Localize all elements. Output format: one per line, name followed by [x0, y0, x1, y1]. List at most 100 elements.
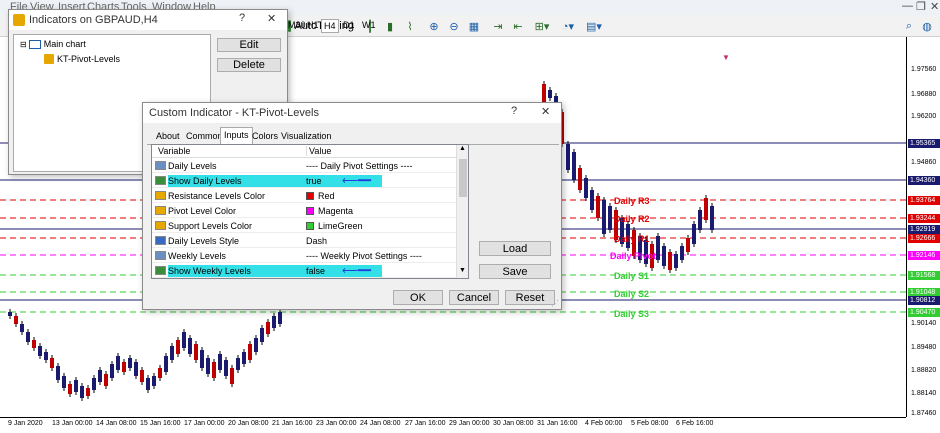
delete-button[interactable]: Delete [217, 58, 281, 72]
reset-button[interactable]: Reset [505, 290, 555, 305]
price-label: 1.88140 [911, 390, 937, 397]
ok-button-label: OK [410, 291, 426, 304]
input-value[interactable]: LimeGreen [306, 221, 363, 231]
periods-dropdown-icon[interactable]: ◔▾ [558, 17, 578, 35]
candle-body [590, 190, 594, 210]
candle-body [710, 206, 714, 230]
time-label: 9 Jan 2020 [8, 420, 43, 427]
candle-body [158, 368, 162, 378]
candlestick-icon[interactable]: ▮ [382, 17, 398, 35]
autoscroll-icon[interactable]: ⇤ [510, 17, 526, 35]
edit-button[interactable]: Edit [217, 38, 281, 52]
scroll-down-icon[interactable]: ▼ [459, 267, 466, 274]
tab-about[interactable]: About [153, 129, 183, 145]
time-scale: 9 Jan 2020 13 Jan 00:00 14 Jan 08:00 15 Jan… [0, 417, 906, 433]
tab-inputs[interactable]: Inputs [220, 127, 253, 145]
tree-item-main-chart[interactable]: ⊟ Main chart [20, 39, 86, 49]
tab-colors[interactable]: Colors [249, 129, 281, 145]
indicators-window-titlebar: Indicators on GBPAUD,H4 ? ✕ [9, 10, 287, 30]
templates-dropdown-icon[interactable]: ▤▾ [584, 17, 604, 35]
input-value-text: Dash [306, 236, 328, 246]
time-label: 6 Feb 16:00 [676, 420, 714, 427]
candle-body [692, 224, 696, 244]
minimize-icon[interactable]: — [902, 0, 913, 12]
price-scale: 1.97560 1.96880 1.96200 1.95365 1.94860 1.943… [906, 37, 940, 417]
input-row[interactable]: Show Daily Levels true ⟵━━ [152, 174, 457, 188]
input-value[interactable]: true [306, 176, 322, 186]
help-button[interactable]: ? [239, 12, 245, 24]
candle-body [62, 376, 66, 388]
color-type-icon [155, 191, 166, 200]
chat-icon[interactable]: ◍ [920, 17, 934, 35]
candle-body [26, 332, 30, 342]
timeframe-h1[interactable]: H1 [305, 19, 321, 33]
tree-item-kt-pivot-levels[interactable]: KT-Pivot-Levels [44, 54, 120, 64]
candle-body [134, 362, 138, 376]
input-row[interactable]: Support Levels Color LimeGreen [152, 219, 457, 233]
zoom-out-icon[interactable]: ⊖ [446, 17, 462, 35]
price-label: 1.97560 [911, 66, 937, 73]
help-button[interactable]: ? [511, 105, 517, 117]
indicators-dropdown-icon[interactable]: ⊞▾ [532, 17, 552, 35]
input-row[interactable]: Pivot Level Color Magenta [152, 204, 457, 218]
search-icon[interactable]: ⌕ [902, 17, 916, 35]
style-type-icon [155, 236, 166, 245]
chart-shift-icon[interactable]: ⇥ [490, 17, 506, 35]
custom-indicator-title: Custom Indicator - KT-Pivot-Levels [149, 107, 319, 119]
input-row[interactable]: Daily Levels Style Dash [152, 234, 457, 248]
close-icon[interactable]: ✕ [930, 0, 939, 13]
resize-grip-icon[interactable]: ⋰ [551, 299, 559, 308]
timeframe-h4[interactable]: H4 [321, 19, 339, 33]
input-variable: Resistance Levels Color [168, 191, 266, 201]
input-value[interactable]: Dash [306, 236, 327, 246]
grid-scrollbar[interactable]: ▲ ▼ [456, 145, 468, 278]
tab-visualization[interactable]: Visualization [278, 129, 334, 145]
zoom-in-icon[interactable]: ⊕ [426, 17, 442, 35]
input-value[interactable]: Red [306, 191, 335, 201]
input-value[interactable]: ---- Daily Pivot Settings ---- [306, 161, 413, 171]
color-type-icon [155, 221, 166, 230]
collapse-icon[interactable]: ⊟ [20, 40, 27, 49]
arrow-annotation-icon: ⟵━━ [342, 175, 372, 187]
line-chart-icon[interactable]: ⌇ [402, 17, 418, 35]
input-variable: Daily Levels [168, 161, 217, 171]
tile-windows-icon[interactable]: ▦ [466, 17, 482, 35]
candle-body [656, 236, 660, 260]
toggle-type-icon [155, 176, 166, 185]
level-label: Daily S3 [614, 309, 650, 319]
input-value[interactable]: false [306, 266, 325, 276]
candle-body [116, 356, 120, 370]
timeframe-d1[interactable]: D1 [341, 19, 357, 33]
input-row[interactable]: Weekly Levels ---- Weekly Pivot Settings … [152, 249, 457, 263]
input-variable: Pivot Level Color [168, 206, 237, 216]
input-row[interactable]: Resistance Levels Color Red [152, 189, 457, 203]
price-label: 1.94860 [911, 159, 937, 166]
input-row[interactable]: Daily Levels ---- Daily Pivot Settings --… [152, 159, 457, 173]
candle-body [542, 84, 546, 104]
column-header-variable: Variable [158, 146, 191, 156]
scroll-up-icon[interactable]: ▲ [459, 145, 466, 152]
candle-body [92, 378, 96, 390]
candle-body [182, 332, 186, 348]
ok-button[interactable]: OK [393, 290, 443, 305]
timeframe-w1[interactable]: W1 [360, 19, 378, 33]
restore-icon[interactable]: ❐ [916, 0, 926, 13]
chart-marker-icon: ▼ [722, 53, 730, 62]
close-icon[interactable]: ✕ [541, 105, 550, 118]
close-icon[interactable]: ✕ [267, 12, 276, 25]
input-value[interactable]: Magenta [306, 206, 353, 216]
input-value-text: ---- Daily Pivot Settings ---- [306, 161, 413, 171]
load-button[interactable]: Load [479, 241, 551, 256]
candle-body [110, 364, 114, 378]
level-label: Daily R1 [614, 234, 650, 244]
scrollbar-thumb[interactable] [459, 159, 467, 197]
inputs-grid: Variable Value Daily Levels ---- Daily Pi… [151, 144, 469, 279]
candle-body [278, 312, 282, 324]
candle-body [86, 388, 90, 396]
save-button[interactable]: Save [479, 264, 551, 279]
input-row[interactable]: Show Weekly Levels false ⟵━━ [152, 264, 457, 278]
candle-body [260, 328, 264, 342]
cancel-button[interactable]: Cancel [449, 290, 499, 305]
input-value[interactable]: ---- Weekly Pivot Settings ---- [306, 251, 422, 261]
cancel-button-label: Cancel [456, 291, 492, 304]
